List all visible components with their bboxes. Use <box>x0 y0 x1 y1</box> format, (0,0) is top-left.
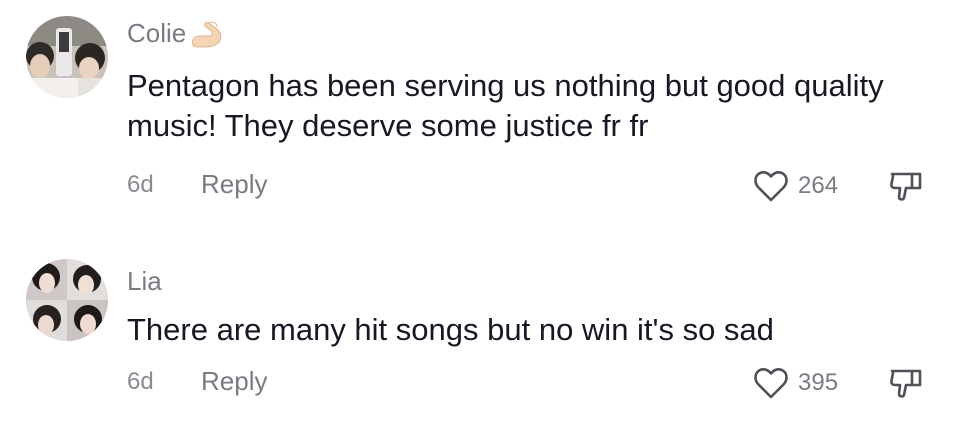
thumbs-down-outline-icon[interactable] <box>887 364 925 402</box>
thumbs-down-outline-icon[interactable] <box>887 167 925 205</box>
heart-outline-icon[interactable] <box>752 364 790 402</box>
reply-button[interactable]: Reply <box>201 366 267 397</box>
like-count: 264 <box>798 172 839 199</box>
comment-timestamp: 6d <box>127 171 154 198</box>
pinching-hand-emoji <box>189 19 225 49</box>
user-avatar[interactable] <box>26 16 108 98</box>
comment-item: Lia There are many hit songs but no win … <box>0 240 960 428</box>
avatar-icon <box>26 259 108 341</box>
comment-actions: 6d Reply 264 <box>127 167 934 207</box>
user-avatar[interactable] <box>26 259 108 341</box>
comment-text: Pentagon has been serving us nothing but… <box>127 68 884 143</box>
like-count: 395 <box>798 369 839 396</box>
comment-item: Colie Pentagon has been serving us nothi… <box>0 0 960 215</box>
comment-text: There are many hit songs but no win it's… <box>127 312 774 347</box>
username-text: Lia <box>127 266 162 296</box>
comment-actions: 6d Reply 395 <box>127 364 934 404</box>
heart-outline-icon[interactable] <box>752 167 790 205</box>
username-text: Colie <box>127 18 187 48</box>
comment-timestamp: 6d <box>127 368 154 395</box>
comment-username[interactable]: Lia <box>127 266 162 297</box>
reply-button[interactable]: Reply <box>201 169 267 200</box>
comment-username[interactable]: Colie <box>127 18 225 49</box>
avatar-icon <box>26 16 108 98</box>
